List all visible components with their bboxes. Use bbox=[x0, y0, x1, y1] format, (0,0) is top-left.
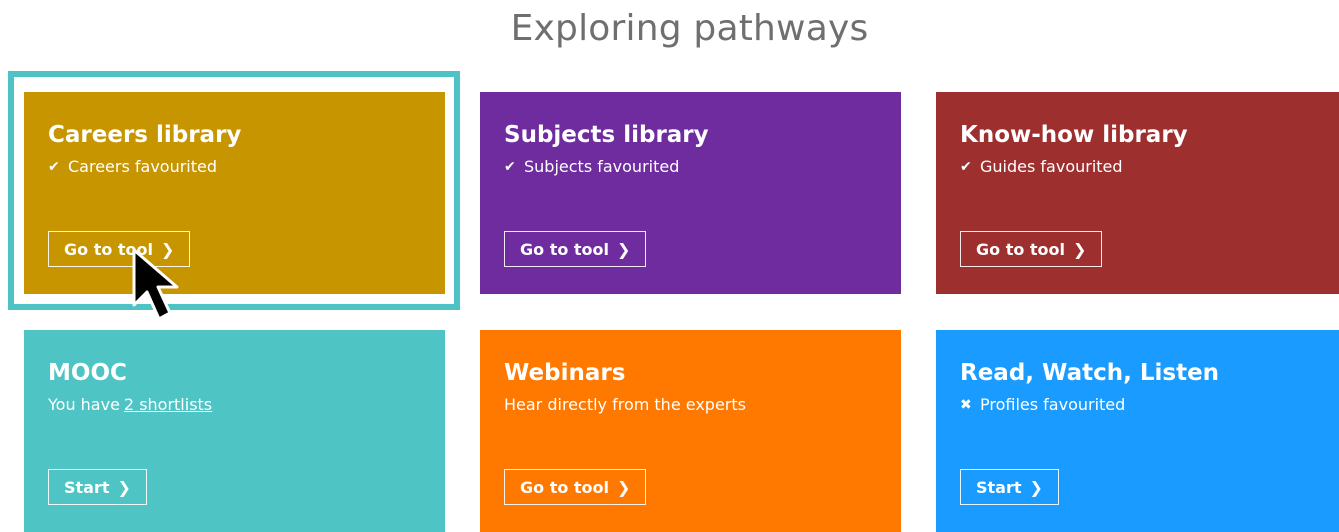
go-to-tool-button[interactable]: Go to tool ❯ bbox=[504, 231, 647, 267]
card-status-text: Hear directly from the experts bbox=[504, 395, 746, 414]
cross-icon: ✖ bbox=[960, 397, 972, 413]
card-status: ✔ Subjects favourited bbox=[504, 157, 877, 177]
card-title: Know-how library bbox=[960, 122, 1188, 148]
chevron-right-icon: ❯ bbox=[617, 239, 631, 259]
go-to-tool-button[interactable]: Go to tool ❯ bbox=[504, 469, 647, 505]
shortlists-link[interactable]: 2 shortlists bbox=[124, 395, 212, 415]
check-icon: ✔ bbox=[960, 159, 972, 175]
mouse-pointer-icon bbox=[132, 248, 179, 321]
card-subjects-library: Subjects library ✔ Subjects favourited G… bbox=[480, 92, 901, 294]
button-label: Go to tool bbox=[520, 477, 610, 497]
button-label: Start bbox=[976, 477, 1022, 497]
card-status: ✖ Profiles favourited bbox=[960, 395, 1315, 415]
go-to-tool-button[interactable]: Go to tool ❯ bbox=[960, 231, 1103, 267]
card-status: ✔ Guides favourited bbox=[960, 157, 1333, 177]
chevron-right-icon: ❯ bbox=[617, 477, 631, 497]
card-status: Hear directly from the experts bbox=[504, 395, 877, 415]
card-title: Subjects library bbox=[504, 122, 709, 148]
focus-highlight bbox=[8, 71, 460, 310]
start-button[interactable]: Start ❯ bbox=[48, 469, 147, 505]
page-title: Exploring pathways bbox=[510, 8, 869, 49]
card-know-how-library: Know-how library ✔ Guides favourited Go … bbox=[936, 92, 1339, 294]
card-read-watch-listen: Read, Watch, Listen ✖ Profiles favourite… bbox=[936, 330, 1339, 532]
card-status-text: You have bbox=[48, 395, 120, 414]
card-status-text: Subjects favourited bbox=[524, 157, 680, 176]
chevron-right-icon: ❯ bbox=[1073, 239, 1087, 259]
card-title: MOOC bbox=[48, 360, 127, 386]
chevron-right-icon: ❯ bbox=[1029, 477, 1043, 497]
card-title: Webinars bbox=[504, 360, 626, 386]
button-label: Go to tool bbox=[520, 239, 610, 259]
card-status-text: Guides favourited bbox=[980, 157, 1123, 176]
card-title: Read, Watch, Listen bbox=[960, 360, 1220, 386]
card-status: You have 2 shortlists bbox=[48, 395, 421, 415]
chevron-right-icon: ❯ bbox=[117, 477, 131, 497]
card-webinars: Webinars Hear directly from the experts … bbox=[480, 330, 901, 532]
button-label: Go to tool bbox=[976, 239, 1066, 259]
start-button[interactable]: Start ❯ bbox=[960, 469, 1059, 505]
button-label: Start bbox=[64, 477, 110, 497]
card-mooc: MOOC You have 2 shortlists Start ❯ bbox=[24, 330, 445, 532]
check-icon: ✔ bbox=[504, 159, 516, 175]
card-status-text: Profiles favourited bbox=[980, 395, 1126, 414]
